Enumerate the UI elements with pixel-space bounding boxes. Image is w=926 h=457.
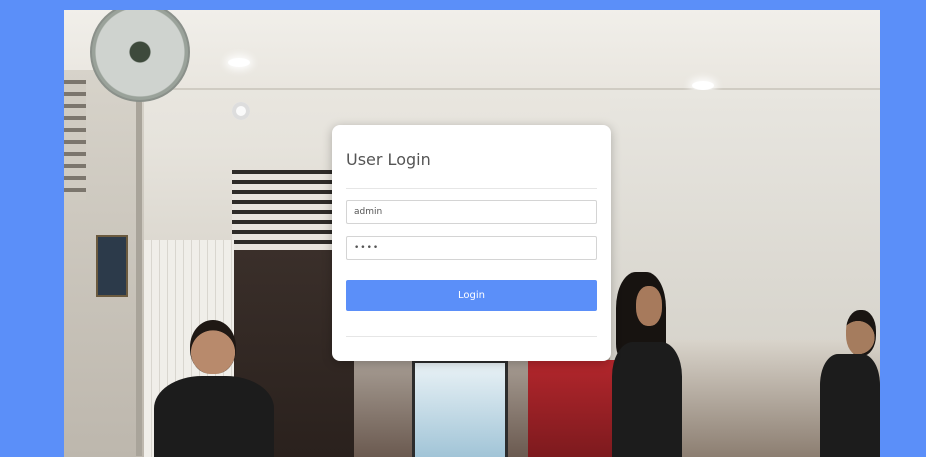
login-title: User Login [346,150,431,169]
password-input[interactable] [346,236,597,260]
fan-pole [136,96,142,456]
page-frame: User Login Login [0,0,926,457]
login-card: User Login Login [332,125,611,361]
window-shutter [64,80,86,200]
title-divider [346,188,597,189]
wall-picture [96,235,128,297]
login-button[interactable]: Login [346,280,597,311]
username-input[interactable] [346,200,597,224]
ceiling-light [228,58,250,67]
barista-man [612,272,702,457]
barista-right [800,310,880,457]
air-vent [232,170,342,250]
drinks-fridge [412,360,508,457]
barista-woman [144,320,284,457]
ceiling-light [692,81,714,90]
footer-divider [346,336,597,337]
security-camera [232,102,250,120]
